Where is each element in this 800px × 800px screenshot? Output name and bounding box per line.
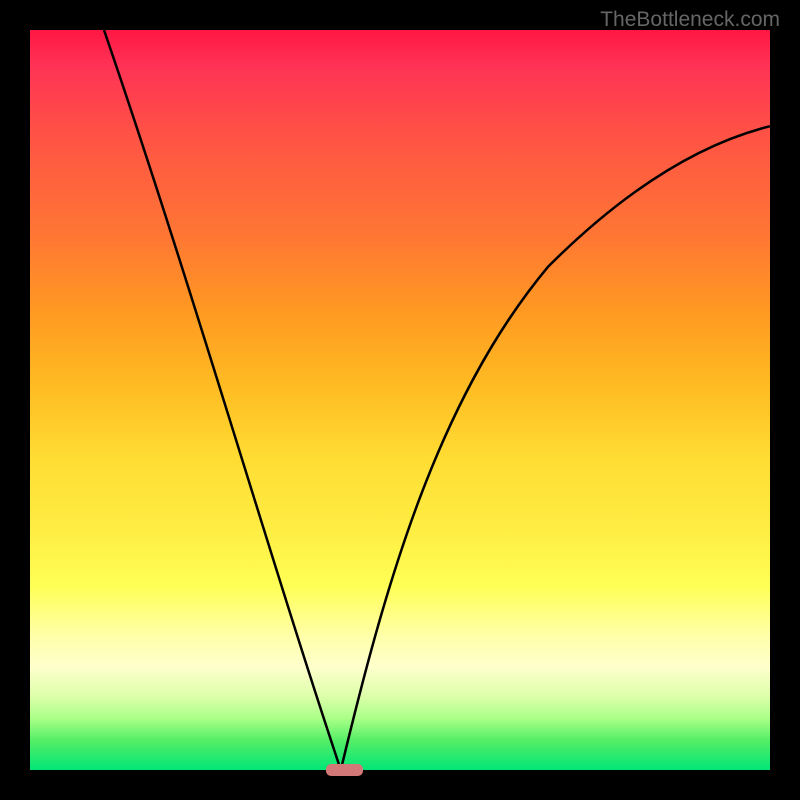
bottleneck-curve — [30, 30, 770, 770]
optimal-range-marker — [326, 764, 363, 776]
watermark-text: TheBottleneck.com — [600, 8, 780, 32]
chart-plot-area — [30, 30, 770, 770]
